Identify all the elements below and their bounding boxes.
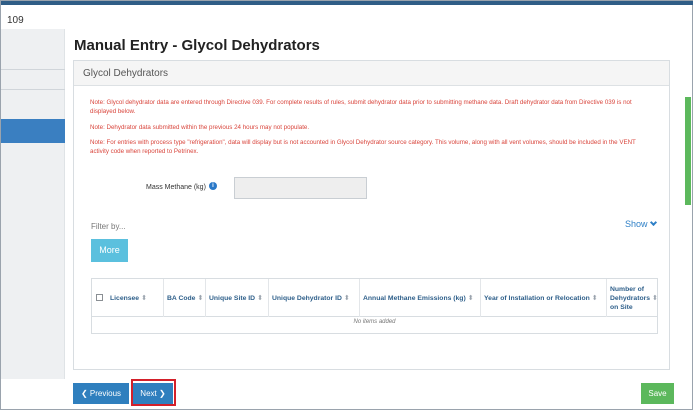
mass-methane-label: Mass Methane (kg)	[146, 184, 206, 191]
top-strip	[1, 1, 693, 5]
scroll-indicator[interactable]	[685, 97, 691, 205]
column-label: Number of Dehydrators on Site	[610, 285, 651, 311]
next-label: Next	[140, 389, 157, 398]
info-icon[interactable]: i	[209, 182, 217, 190]
save-button[interactable]: Save	[641, 383, 674, 404]
dehydrators-table: Licensee ⬍ BA Code ⬍ Unique Site ID ⬍ Uniqu…	[91, 278, 658, 334]
note-refrigeration: Note: For entries with process type "ref…	[90, 139, 636, 155]
previous-label: Previous	[89, 389, 122, 398]
column-label: Licensee	[110, 294, 140, 302]
chevron-right-icon: ❯	[156, 389, 166, 398]
sidebar-divider	[1, 69, 65, 70]
note-directive-039: Note: Glycol dehydrator data are entered…	[90, 99, 632, 115]
panel-header: Glycol Dehydrators	[74, 61, 669, 86]
previous-button[interactable]: ❮ Previous	[73, 383, 129, 404]
mass-methane-field[interactable]	[234, 177, 367, 199]
select-all-checkbox[interactable]	[96, 294, 103, 301]
next-button[interactable]: Next ❯	[133, 383, 173, 404]
sort-icon: ⬍	[343, 295, 350, 302]
column-ba-code[interactable]: BA Code ⬍	[164, 279, 206, 317]
empty-message: No items added	[353, 319, 396, 325]
column-label: Unique Dehydrator ID	[272, 294, 342, 302]
chevron-down-icon	[649, 218, 657, 227]
chevron-left-icon: ❮	[80, 389, 90, 398]
more-button[interactable]: More	[91, 239, 128, 262]
column-label: Unique Site ID	[209, 294, 256, 302]
sort-icon: ⬍	[257, 295, 263, 302]
app-window: 109 Manual Entry - Glycol Dehydrators Gl…	[0, 0, 693, 410]
sidebar	[1, 29, 65, 379]
sidebar-divider	[1, 89, 65, 90]
show-label: Show	[625, 219, 648, 229]
column-unique-site-id[interactable]: Unique Site ID ⬍	[206, 279, 269, 317]
column-label: Year of Installation or Relocation	[484, 294, 590, 302]
sort-icon: ⬍	[591, 295, 598, 302]
column-year-of-installation[interactable]: Year of Installation or Relocation ⬍	[481, 279, 607, 317]
show-toggle[interactable]: Show	[625, 218, 657, 229]
note-24-hours: Note: Dehydrator data submitted within t…	[90, 124, 310, 131]
column-licensee[interactable]: Licensee ⬍	[107, 279, 164, 317]
column-number-of-dehydrators[interactable]: Number of Dehydrators on Site ⬍	[607, 279, 658, 317]
sidebar-item-active[interactable]	[1, 119, 65, 143]
sort-icon: ⬍	[467, 295, 474, 302]
page-title: Manual Entry - Glycol Dehydrators	[74, 37, 320, 54]
column-label: BA Code	[167, 294, 196, 302]
sort-icon: ⬍	[197, 295, 204, 302]
table-header: Licensee ⬍ BA Code ⬍ Unique Site ID ⬍ Uniqu…	[92, 279, 658, 317]
filter-label: Filter by...	[91, 222, 126, 231]
glycol-dehydrators-panel: Glycol Dehydrators Note: Glycol dehydrat…	[73, 60, 670, 370]
sort-icon: ⬍	[141, 295, 147, 302]
column-annual-methane-emissions[interactable]: Annual Methane Emissions (kg) ⬍	[360, 279, 481, 317]
column-unique-dehydrator-id[interactable]: Unique Dehydrator ID ⬍	[269, 279, 360, 317]
sort-icon: ⬍	[652, 294, 658, 302]
column-label: Annual Methane Emissions (kg)	[363, 294, 466, 302]
page-number: 109	[7, 15, 24, 26]
panel-header-label: Glycol Dehydrators	[83, 68, 169, 79]
